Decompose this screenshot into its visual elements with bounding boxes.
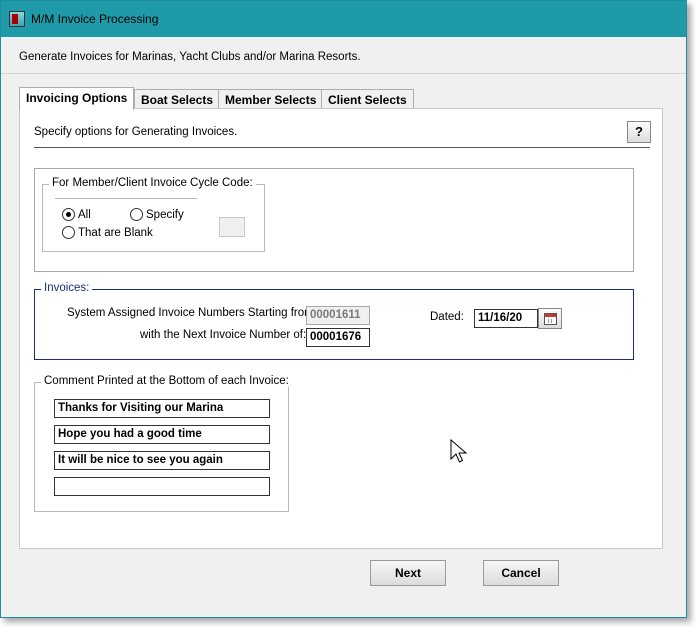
comment-line-2[interactable]: Hope you had a good time (54, 425, 270, 444)
starting-number-field: 00001611 (306, 306, 370, 325)
comments-legend: Comment Printed at the Bottom of each In… (41, 375, 292, 387)
comments-group: Comment Printed at the Bottom of each In… (34, 375, 292, 512)
next-number-field[interactable]: 00001676 (306, 328, 370, 347)
calendar-button[interactable] (538, 308, 562, 329)
invoice-processing-window: M/M Invoice Processing Generate Invoices… (0, 0, 687, 618)
tab-invoicing-options[interactable]: Invoicing Options (19, 87, 135, 110)
cycle-code-input[interactable] (219, 217, 245, 237)
comment-line-4[interactable] (54, 477, 270, 496)
radio-blank[interactable]: That are Blank (62, 226, 153, 239)
dated-field[interactable]: 11/16/20 (474, 309, 538, 328)
radio-blank-indicator[interactable] (62, 226, 75, 239)
starting-number-label: System Assigned Invoice Numbers Starting… (67, 307, 317, 319)
radio-specify-label: Specify (146, 208, 184, 221)
tab-client-selects[interactable]: Client Selects (321, 89, 414, 109)
cancel-button[interactable]: Cancel (483, 560, 559, 586)
app-icon (9, 11, 25, 27)
cycle-code-group: For Member/Client Invoice Cycle Code: Al… (42, 177, 265, 252)
divider (34, 147, 650, 148)
invoices-legend: Invoices: (41, 282, 93, 294)
radio-all-label: All (78, 208, 91, 221)
radio-all[interactable]: All (62, 208, 91, 221)
radio-blank-label: That are Blank (78, 226, 153, 239)
divider (55, 198, 197, 199)
invoicing-options-panel: Specify options for Generating Invoices.… (19, 108, 663, 549)
title-bar[interactable]: M/M Invoice Processing (1, 1, 686, 37)
divider (1, 73, 686, 74)
help-button[interactable]: ? (627, 121, 651, 143)
comment-line-1[interactable]: Thanks for Visiting our Marina (54, 399, 270, 418)
radio-specify-indicator[interactable] (130, 208, 143, 221)
radio-all-indicator[interactable] (62, 208, 75, 221)
calendar-icon (544, 313, 557, 325)
invoices-group: Invoices: System Assigned Invoice Number… (34, 282, 634, 360)
window-title: M/M Invoice Processing (31, 12, 159, 26)
tab-boat-selects[interactable]: Boat Selects (134, 89, 221, 109)
tab-member-selects[interactable]: Member Selects (218, 89, 324, 109)
cycle-code-container: For Member/Client Invoice Cycle Code: Al… (34, 168, 634, 272)
radio-specify[interactable]: Specify (130, 208, 184, 221)
dated-label: Dated: (430, 311, 464, 323)
panel-description: Specify options for Generating Invoices. (34, 126, 238, 138)
comment-line-3[interactable]: It will be nice to see you again (54, 451, 270, 470)
help-icon: ? (635, 124, 643, 139)
next-number-label: with the Next Invoice Number of: (140, 329, 307, 341)
next-button[interactable]: Next (370, 560, 446, 586)
window-subtitle: Generate Invoices for Marinas, Yacht Clu… (19, 51, 361, 63)
cycle-code-legend: For Member/Client Invoice Cycle Code: (49, 177, 256, 189)
mouse-cursor-icon (450, 439, 468, 463)
